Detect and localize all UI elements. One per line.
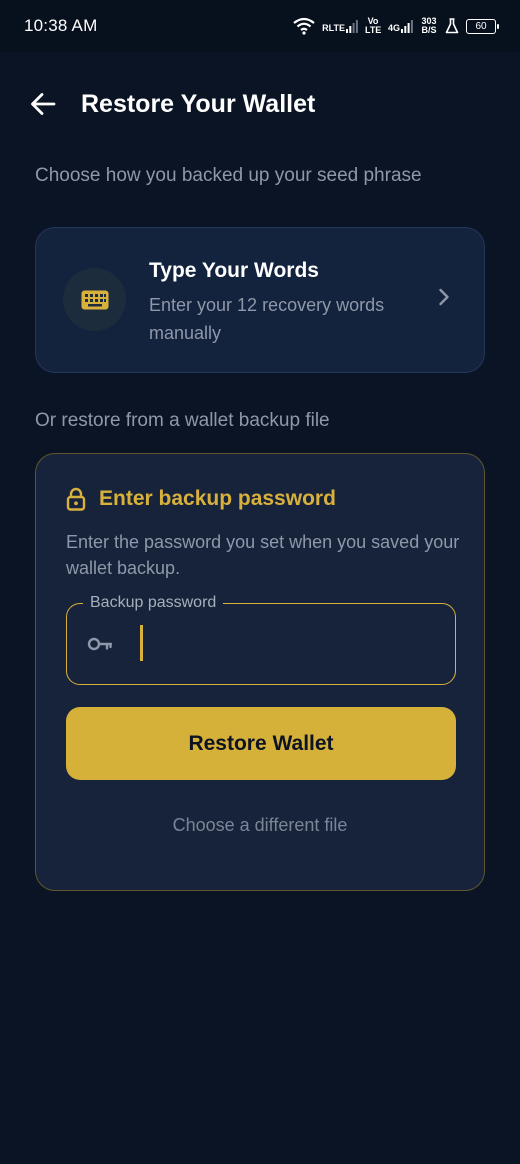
status-icons: RLTE Vo LTE 4G 303 B/S 60 (293, 16, 499, 35)
type-words-subtitle: Enter your 12 recovery words manually (149, 295, 385, 343)
page-title: Restore Your Wallet (81, 89, 316, 118)
backup-card-description: Enter the password you set when you save… (66, 532, 460, 578)
backup-card-title: Enter backup password (99, 487, 336, 510)
keyboard-icon (81, 290, 108, 309)
backup-card-header: Enter backup password (66, 487, 336, 511)
volte-label: Vo LTE (364, 16, 382, 35)
key-icon (87, 637, 113, 651)
signal-bars-icon (401, 20, 413, 33)
type-words-title: Type Your Words (149, 259, 319, 282)
wifi-icon (293, 17, 315, 35)
header: Restore Your Wallet (30, 84, 315, 124)
flask-icon (445, 18, 459, 34)
battery-level: 60 (475, 20, 487, 32)
back-button[interactable] (30, 84, 64, 124)
lock-icon (66, 487, 86, 511)
status-bar: 10:38 AM RLTE Vo LTE 4G 303 B/S 60 (0, 0, 520, 52)
restore-from-file-hint: Or restore from a wallet backup file (35, 410, 330, 431)
speed-label: 303 B/S (421, 16, 437, 35)
restore-wallet-button[interactable]: Restore Wallet (66, 707, 456, 780)
signal-2: 4G (388, 19, 413, 33)
choose-different-file-link[interactable]: Choose a different file (36, 815, 484, 836)
signal-bars-icon (345, 20, 358, 33)
signal-1: RLTE (322, 19, 358, 33)
network-1-label: RLTE (322, 23, 345, 33)
backup-password-card: Enter backup password Enter the password… (35, 453, 485, 891)
choose-hint: Choose how you backed up your seed phras… (35, 165, 422, 186)
network-2-label: 4G (387, 23, 400, 33)
restore-wallet-screen: 10:38 AM RLTE Vo LTE 4G 303 B/S 60 Resto… (0, 0, 520, 1164)
chevron-right-icon (439, 288, 449, 306)
battery-icon: 60 (466, 18, 499, 34)
text-cursor (140, 625, 143, 661)
backup-password-label: Backup password (83, 593, 224, 613)
backup-password-field[interactable]: Backup password (66, 593, 456, 685)
type-words-card[interactable]: Type Your Words Enter your 12 recovery w… (35, 227, 485, 373)
keyboard-icon-circle (63, 268, 126, 331)
arrow-left-icon (31, 93, 56, 115)
status-time: 10:38 AM (24, 16, 98, 35)
